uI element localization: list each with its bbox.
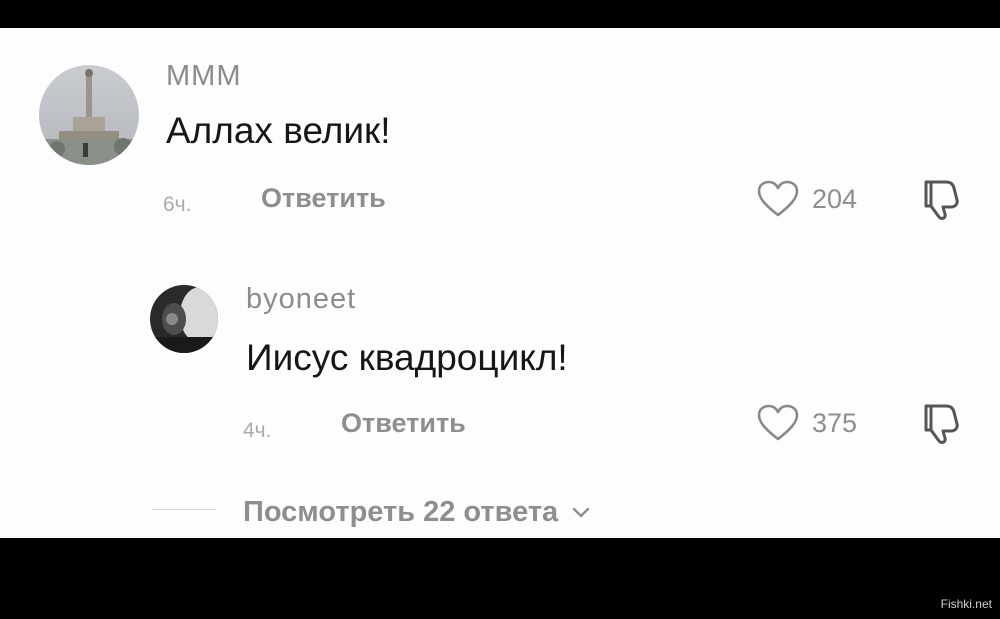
thumbs-down-icon[interactable]	[920, 178, 960, 222]
reply-like-count: 375	[812, 408, 858, 438]
like-count: 204	[812, 184, 858, 214]
replies-divider	[152, 509, 216, 510]
dark-photo-avatar	[150, 285, 218, 353]
chevron-down-icon	[573, 508, 590, 518]
view-replies-label: Посмотреть 22 ответа	[243, 496, 559, 528]
reply-text: Иисус квадроцикл!	[246, 337, 568, 378]
comment-text: Аллах велик!	[166, 110, 391, 151]
reply-time: 4ч.	[243, 419, 272, 442]
reply-button[interactable]: Ответить	[261, 185, 386, 212]
heart-outline-icon[interactable]	[757, 180, 799, 218]
thumbs-down-icon[interactable]	[920, 402, 960, 446]
reply-user-avatar[interactable]	[150, 285, 218, 353]
monument-photo-avatar	[39, 65, 139, 165]
comments-panel: МММ Аллах велик! 6ч. Ответить 204 byonee…	[0, 28, 1000, 538]
comment-username[interactable]: МММ	[166, 62, 241, 91]
heart-outline-icon[interactable]	[757, 404, 799, 442]
watermark: Fishki.net	[940, 597, 992, 611]
view-replies-button[interactable]: Посмотреть 22 ответа	[243, 498, 590, 527]
comment-time: 6ч.	[163, 193, 192, 216]
reply-reply-button[interactable]: Ответить	[341, 410, 466, 437]
reply-username[interactable]: byoneet	[246, 285, 356, 314]
user-avatar[interactable]	[39, 65, 139, 165]
